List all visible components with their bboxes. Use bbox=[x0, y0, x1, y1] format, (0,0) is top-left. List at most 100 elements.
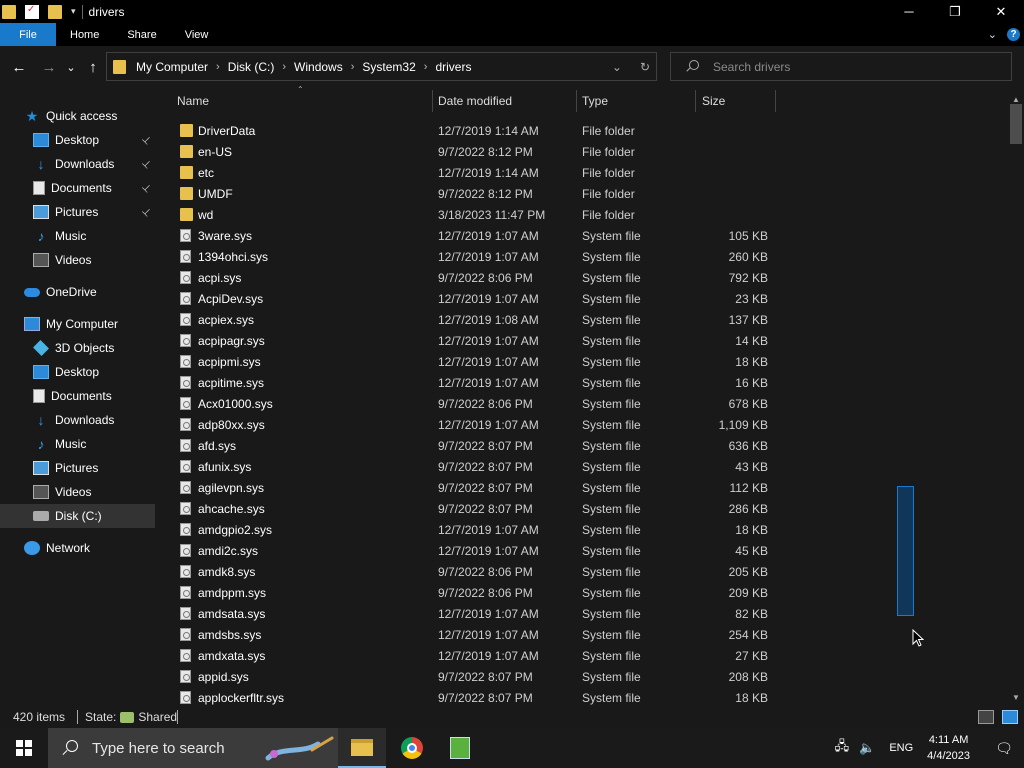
tab-view[interactable]: View bbox=[171, 23, 223, 46]
sidebar-item-desktop[interactable]: Desktop bbox=[0, 360, 155, 384]
sidebar-item-pictures[interactable]: Pictures ⊥ bbox=[0, 200, 155, 224]
file-row[interactable]: amdgpio2.sys 12/7/2019 1:07 AM System file… bbox=[158, 519, 1008, 540]
scroll-thumb[interactable] bbox=[1010, 104, 1022, 144]
tab-share[interactable]: Share bbox=[113, 23, 170, 46]
file-row[interactable]: etc 12/7/2019 1:14 AM File folder bbox=[158, 162, 1008, 183]
file-row[interactable]: acpipmi.sys 12/7/2019 1:07 AM System file 1… bbox=[158, 351, 1008, 372]
sidebar-item-my-computer[interactable]: My Computer bbox=[0, 312, 155, 336]
file-row[interactable]: acpitime.sys 12/7/2019 1:07 AM System file… bbox=[158, 372, 1008, 393]
sidebar-item-3d-objects[interactable]: 3D Objects bbox=[0, 336, 155, 360]
taskbar-chrome[interactable] bbox=[388, 728, 436, 768]
file-row[interactable]: en-US 9/7/2022 8:12 PM File folder bbox=[158, 141, 1008, 162]
sidebar-item-onedrive[interactable]: OneDrive bbox=[0, 280, 155, 304]
minimize-button[interactable]: ─ bbox=[886, 0, 932, 23]
properties-icon[interactable] bbox=[25, 4, 39, 19]
file-row[interactable]: acpipagr.sys 12/7/2019 1:07 AM System file… bbox=[158, 330, 1008, 351]
chevron-right-icon[interactable]: › bbox=[351, 61, 355, 73]
file-row[interactable]: wd 3/18/2023 11:47 PM File folder bbox=[158, 204, 1008, 225]
recent-locations-button[interactable]: ⌄ bbox=[64, 56, 78, 78]
search-box[interactable] bbox=[670, 52, 1012, 81]
file-row[interactable]: acpiex.sys 12/7/2019 1:08 AM System file 13… bbox=[158, 309, 1008, 330]
file-row[interactable]: adp80xx.sys 12/7/2019 1:07 AM System file 1… bbox=[158, 414, 1008, 435]
file-row[interactable]: Acx01000.sys 9/7/2022 8:06 PM System file 6… bbox=[158, 393, 1008, 414]
tab-file[interactable]: File bbox=[0, 23, 56, 46]
chevron-right-icon[interactable]: › bbox=[282, 61, 286, 73]
file-row[interactable]: amdxata.sys 12/7/2019 1:07 AM System file 2… bbox=[158, 645, 1008, 666]
chevron-right-icon[interactable]: › bbox=[424, 61, 428, 73]
file-row[interactable]: acpi.sys 9/7/2022 8:06 PM System file 792 K… bbox=[158, 267, 1008, 288]
address-dropdown-icon[interactable]: ⌄ bbox=[612, 60, 622, 74]
details-view-icon[interactable] bbox=[978, 710, 994, 724]
sidebar-item-documents[interactable]: Documents ⊥ bbox=[0, 176, 155, 200]
file-row[interactable]: afd.sys 9/7/2022 8:07 PM System file 636 KB bbox=[158, 435, 1008, 456]
sidebar-item-documents[interactable]: Documents bbox=[0, 384, 155, 408]
chevron-right-icon[interactable]: › bbox=[216, 61, 220, 73]
file-row[interactable]: amdk8.sys 9/7/2022 8:06 PM System file 205 … bbox=[158, 561, 1008, 582]
file-row[interactable]: agilevpn.sys 9/7/2022 8:07 PM System file 1… bbox=[158, 477, 1008, 498]
network-icon[interactable]: 🖧 bbox=[835, 737, 850, 759]
taskbar-notepad[interactable] bbox=[436, 728, 484, 768]
file-row[interactable]: ahcache.sys 9/7/2022 8:07 PM System file 28… bbox=[158, 498, 1008, 519]
back-button[interactable]: ← bbox=[8, 56, 30, 78]
customize-toolbar-icon[interactable]: ▾ bbox=[71, 6, 76, 17]
column-divider[interactable] bbox=[432, 90, 433, 112]
taskbar-search[interactable]: Type here to search bbox=[48, 728, 344, 768]
search-input[interactable] bbox=[713, 59, 1003, 74]
close-button[interactable]: ✕ bbox=[978, 0, 1024, 23]
sidebar-item-quick-access[interactable]: ★ Quick access bbox=[0, 104, 155, 128]
language-indicator[interactable]: ENG bbox=[889, 742, 913, 754]
start-button[interactable] bbox=[0, 728, 48, 768]
file-row[interactable]: amdsbs.sys 12/7/2019 1:07 AM System file 25… bbox=[158, 624, 1008, 645]
breadcrumb-system32[interactable]: System32 bbox=[362, 60, 415, 74]
sidebar-item-pictures[interactable]: Pictures bbox=[0, 456, 155, 480]
column-divider[interactable] bbox=[775, 90, 776, 112]
sidebar-item-downloads[interactable]: ↓ Downloads bbox=[0, 408, 155, 432]
scroll-down-icon[interactable]: ▼ bbox=[1008, 690, 1024, 704]
sidebar-item-disk-c[interactable]: Disk (C:) bbox=[0, 504, 155, 528]
file-row[interactable]: AcpiDev.sys 12/7/2019 1:07 AM System file 2… bbox=[158, 288, 1008, 309]
file-row[interactable]: UMDF 9/7/2022 8:12 PM File folder bbox=[158, 183, 1008, 204]
sidebar-item-downloads[interactable]: ↓ Downloads ⊥ bbox=[0, 152, 155, 176]
column-header-size[interactable]: Size bbox=[702, 88, 725, 114]
file-row[interactable]: amdsata.sys 12/7/2019 1:07 AM System file 8… bbox=[158, 603, 1008, 624]
address-bar[interactable]: My Computer › Disk (C:) › Windows › Syst… bbox=[106, 52, 657, 81]
column-header-type[interactable]: Type bbox=[582, 88, 608, 114]
sidebar-item-music[interactable]: ♪ Music bbox=[0, 432, 155, 456]
column-divider[interactable] bbox=[695, 90, 696, 112]
file-row[interactable]: DriverData 12/7/2019 1:14 AM File folder bbox=[158, 120, 1008, 141]
file-row[interactable]: appid.sys 9/7/2022 8:07 PM System file 208 … bbox=[158, 666, 1008, 687]
refresh-icon[interactable]: ↻ bbox=[640, 60, 650, 74]
up-button[interactable]: ↑ bbox=[82, 56, 104, 78]
column-divider[interactable] bbox=[576, 90, 577, 112]
expand-ribbon-icon[interactable]: ⌄ bbox=[988, 28, 997, 41]
file-row[interactable]: 1394ohci.sys 12/7/2019 1:07 AM System file… bbox=[158, 246, 1008, 267]
tab-home[interactable]: Home bbox=[56, 23, 113, 46]
volume-icon[interactable]: 🔈 bbox=[859, 740, 875, 756]
breadcrumb-disk-c[interactable]: Disk (C:) bbox=[228, 60, 275, 74]
sidebar-item-desktop[interactable]: Desktop ⊥ bbox=[0, 128, 155, 152]
taskbar-file-explorer[interactable] bbox=[338, 728, 386, 768]
file-row[interactable]: amdi2c.sys 12/7/2019 1:07 AM System file 45… bbox=[158, 540, 1008, 561]
file-row[interactable]: afunix.sys 9/7/2022 8:07 PM System file 43 … bbox=[158, 456, 1008, 477]
column-header-date[interactable]: Date modified bbox=[438, 88, 512, 114]
maximize-button[interactable]: ❐ bbox=[932, 0, 978, 23]
large-icons-view-icon[interactable] bbox=[1002, 710, 1018, 724]
notification-icon[interactable]: 🗨 bbox=[984, 728, 1024, 768]
sidebar-item-music[interactable]: ♪ Music bbox=[0, 224, 155, 248]
breadcrumb-my-computer[interactable]: My Computer bbox=[136, 60, 208, 74]
file-row[interactable]: applockerfltr.sys 9/7/2022 8:07 PM System … bbox=[158, 687, 1008, 706]
vertical-scrollbar[interactable]: ▲ ▼ bbox=[1008, 88, 1024, 706]
forward-button[interactable]: → bbox=[38, 56, 60, 78]
new-folder-icon[interactable] bbox=[48, 4, 62, 19]
sidebar-item-network[interactable]: Network bbox=[0, 536, 155, 560]
folder-icon[interactable] bbox=[2, 4, 16, 19]
file-row[interactable]: amdppm.sys 9/7/2022 8:06 PM System file 209… bbox=[158, 582, 1008, 603]
help-icon[interactable]: ? bbox=[1007, 28, 1020, 41]
sidebar-item-videos[interactable]: Videos bbox=[0, 480, 155, 504]
column-header-name[interactable]: Name bbox=[177, 88, 209, 114]
sidebar-item-videos[interactable]: Videos bbox=[0, 248, 155, 272]
breadcrumb-drivers[interactable]: drivers bbox=[435, 60, 471, 74]
breadcrumb-windows[interactable]: Windows bbox=[294, 60, 343, 74]
file-row[interactable]: 3ware.sys 12/7/2019 1:07 AM System file 105… bbox=[158, 225, 1008, 246]
clock[interactable]: 4:11 AM 4/4/2023 bbox=[927, 732, 970, 764]
